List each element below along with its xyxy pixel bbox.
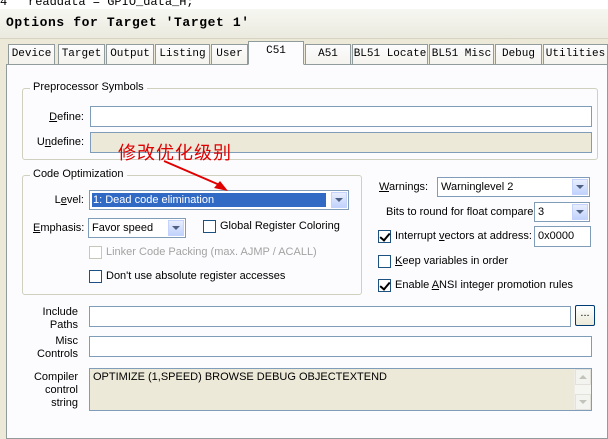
include-paths-input[interactable] <box>89 306 571 327</box>
enable-ansi-checkbox[interactable] <box>378 279 391 292</box>
tab-device[interactable]: Device <box>8 44 55 64</box>
misc-label-line1: Misc <box>55 335 78 347</box>
dialog-title: Options for Target 'Target 1' <box>6 15 250 30</box>
preprocessor-group-title: Preprocessor Symbols <box>30 81 147 93</box>
chevron-down-icon[interactable] <box>572 204 588 220</box>
tab-target[interactable]: Target <box>58 44 105 64</box>
tab-a51[interactable]: A51 <box>305 44 351 64</box>
global-register-coloring-label: Global Register Coloring <box>220 220 340 232</box>
define-label: Define: <box>49 111 84 123</box>
annotation-text: 修改优化级别 <box>118 143 232 164</box>
level-value: 1: Dead code elimination <box>92 193 326 207</box>
undefine-label: Undefine: <box>36 136 84 148</box>
warnings-value: Warninglevel 2 <box>441 181 514 193</box>
tab-user[interactable]: User <box>211 44 248 64</box>
emphasis-select[interactable]: Favor speed <box>88 218 186 238</box>
tab-output[interactable]: Output <box>106 44 154 64</box>
misc-controls-input[interactable] <box>89 336 592 357</box>
level-label: Level: <box>54 194 84 206</box>
interrupt-vectors-checkbox[interactable] <box>378 230 391 243</box>
compiler-label-line1: Compiler <box>33 371 78 383</box>
define-input[interactable] <box>90 106 592 127</box>
dont-use-absolute-label: Don't use absolute register accesses <box>106 270 286 282</box>
misc-label-line2: Controls <box>37 348 78 360</box>
dialog-titlebar[interactable]: Options for Target 'Target 1' <box>0 9 608 39</box>
warnings-label: Warnings: <box>379 181 429 193</box>
compiler-label-line3: string <box>51 397 78 409</box>
interrupt-vectors-label: Interrupt vectors at address: <box>395 230 532 242</box>
warnings-select[interactable]: Warninglevel 2 <box>437 177 590 197</box>
tab-listing[interactable]: Listing <box>155 44 210 64</box>
tab-debug[interactable]: Debug <box>495 44 542 64</box>
tab-utilities[interactable]: Utilities <box>543 44 608 64</box>
compiler-label-line2: control <box>44 384 78 396</box>
global-register-coloring-checkbox[interactable] <box>203 220 216 233</box>
level-select[interactable]: 1: Dead code elimination <box>89 190 349 210</box>
include-paths-browse-button[interactable]: ... <box>575 305 595 326</box>
include-label-line2: Paths <box>49 319 78 331</box>
compiler-control-text: OPTIMIZE (1,SPEED) BROWSE DEBUG OBJECTEX… <box>93 371 387 383</box>
interrupt-address-input[interactable]: 0x0000 <box>534 226 591 247</box>
linker-code-packing-label: Linker Code Packing (max. AJMP / ACALL) <box>106 246 317 258</box>
tab-strip: Device Target Output Listing User C51 A5… <box>0 39 608 65</box>
keep-variables-checkbox[interactable] <box>378 255 391 268</box>
scroll-down-icon[interactable] <box>575 394 591 410</box>
compiler-control-string[interactable]: OPTIMIZE (1,SPEED) BROWSE DEBUG OBJECTEX… <box>89 368 592 411</box>
background-code-line: 4 readdata = GPIO_data_H; <box>0 0 608 9</box>
include-label-line1: Include <box>42 306 78 318</box>
keep-variables-label: Keep variables in order <box>395 255 509 267</box>
tab-bl51-locate[interactable]: BL51 Locate <box>352 44 428 64</box>
chevron-down-icon[interactable] <box>168 220 184 236</box>
emphasis-label: Emphasis: <box>33 222 85 234</box>
line-number: 4 <box>0 0 8 9</box>
code-text: readdata = GPIO_data_H; <box>28 0 194 9</box>
bits-value: 3 <box>538 206 545 218</box>
tab-bl51-misc[interactable]: BL51 Misc <box>429 44 494 64</box>
enable-ansi-label: Enable ANSI integer promotion rules <box>395 279 573 291</box>
emphasis-value: Favor speed <box>92 222 154 234</box>
memo-scrollbar[interactable] <box>574 369 591 410</box>
chevron-down-icon[interactable] <box>572 179 588 195</box>
code-optimization-title: Code Optimization <box>30 168 127 180</box>
bits-select[interactable]: 3 <box>534 202 590 222</box>
linker-code-packing-checkbox[interactable] <box>89 246 102 259</box>
tab-c51[interactable]: C51 <box>248 41 304 65</box>
bits-label: Bits to round for float compare: <box>386 206 537 218</box>
dont-use-absolute-checkbox[interactable] <box>89 270 102 283</box>
scroll-up-icon[interactable] <box>575 369 591 385</box>
chevron-down-icon[interactable] <box>331 192 347 208</box>
